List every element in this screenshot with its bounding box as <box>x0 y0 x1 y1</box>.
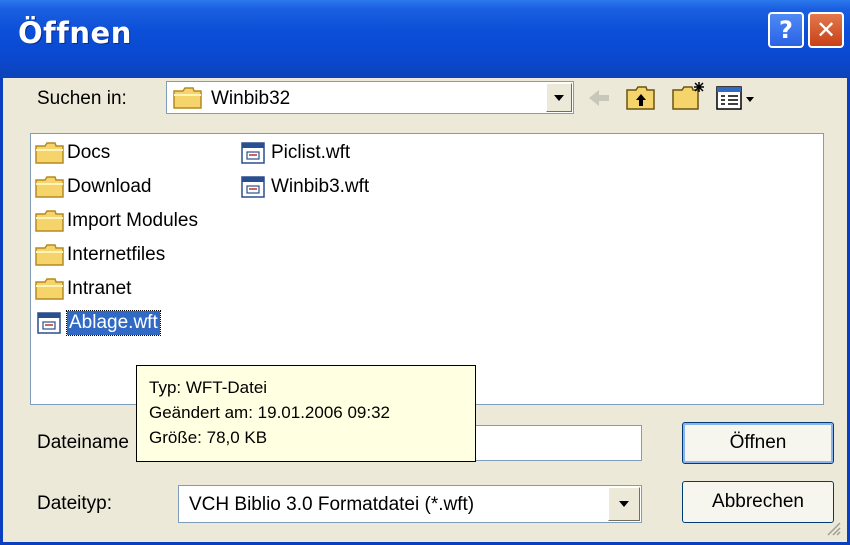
tooltip-size: Größe: 78,0 KB <box>149 428 268 447</box>
list-item[interactable]: Docs <box>35 138 110 168</box>
file-name: Download <box>67 176 152 197</box>
list-item[interactable]: Download <box>35 172 152 202</box>
lookin-combo[interactable]: Winbib32 <box>166 81 574 114</box>
file-info-tooltip: Typ: WFT-Datei Geändert am: 19.01.2006 0… <box>136 365 476 462</box>
open-button[interactable]: Öffnen <box>682 422 834 464</box>
filetype-combo[interactable]: VCH Biblio 3.0 Formatdatei (*.wft) <box>178 485 642 523</box>
chevron-down-icon <box>554 94 564 101</box>
help-icon: ? <box>779 16 793 44</box>
file-name: Piclist.wft <box>271 142 351 163</box>
folder-icon <box>35 210 64 232</box>
filetype-label: Dateityp: <box>37 493 112 514</box>
cancel-button[interactable]: Abbrechen <box>682 481 834 523</box>
folder-icon <box>35 278 64 300</box>
file-name: Ablage.wft <box>66 310 161 336</box>
close-button[interactable]: ✕ <box>808 12 844 48</box>
folder-icon <box>35 142 64 164</box>
wft-file-icon <box>241 142 265 164</box>
wft-file-icon <box>241 176 265 198</box>
window-title: Öffnen <box>18 16 132 50</box>
title-bar[interactable]: Öffnen ? ✕ <box>0 0 850 78</box>
chevron-down-icon <box>619 501 629 507</box>
file-name: Docs <box>67 142 111 163</box>
file-name: Intranet <box>67 278 132 299</box>
back-arrow-icon[interactable] <box>585 86 613 110</box>
folder-icon <box>35 176 64 198</box>
open-dialog: Öffnen ? ✕ Suchen in: Winbib32 Docs Down… <box>0 0 850 545</box>
filename-label: Dateiname <box>37 432 129 453</box>
help-button[interactable]: ? <box>768 12 804 48</box>
wft-file-icon <box>37 312 61 334</box>
tooltip-modified: Geändert am: 19.01.2006 09:32 <box>149 403 391 422</box>
file-name: Internetfiles <box>67 244 166 265</box>
list-item[interactable]: Internetfiles <box>35 240 165 270</box>
folder-icon <box>35 244 64 266</box>
up-folder-icon[interactable] <box>625 84 657 112</box>
list-item[interactable]: Winbib3.wft <box>239 172 369 202</box>
view-menu-icon[interactable] <box>715 84 757 112</box>
lookin-value: Winbib32 <box>211 88 291 109</box>
file-name: Winbib3.wft <box>271 176 370 197</box>
filetype-value: VCH Biblio 3.0 Formatdatei (*.wft) <box>189 494 475 515</box>
list-item[interactable]: Piclist.wft <box>239 138 350 168</box>
list-item-selected[interactable]: Ablage.wft <box>35 308 161 338</box>
tooltip-type: Typ: WFT-Datei <box>149 378 268 397</box>
list-item[interactable]: Intranet <box>35 274 131 304</box>
new-folder-icon[interactable] <box>671 80 707 112</box>
resize-grip-icon[interactable] <box>825 520 841 536</box>
lookin-label: Suchen in: <box>37 88 127 109</box>
list-item[interactable]: Import Modules <box>35 206 198 236</box>
close-icon: ✕ <box>815 16 837 44</box>
filetype-dropdown-button[interactable] <box>608 487 640 521</box>
folder-icon <box>173 87 202 109</box>
lookin-dropdown-button[interactable] <box>546 83 572 112</box>
file-name: Import Modules <box>67 210 198 231</box>
